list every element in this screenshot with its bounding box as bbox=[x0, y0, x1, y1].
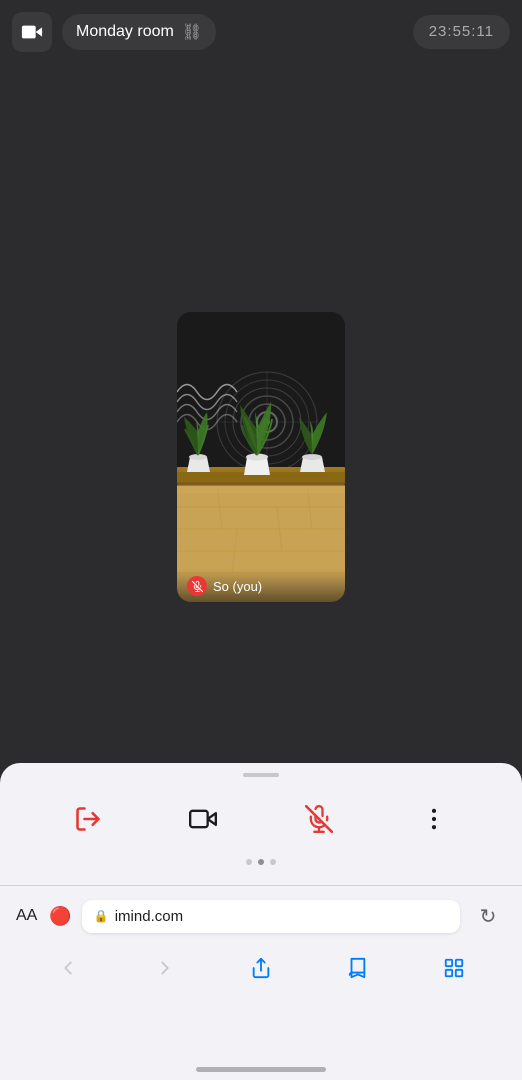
mic-slash-icon bbox=[192, 581, 203, 592]
forward-icon bbox=[154, 957, 176, 979]
tabs-button[interactable] bbox=[432, 946, 476, 990]
home-indicator bbox=[196, 1067, 326, 1072]
share-icon bbox=[250, 957, 272, 979]
mute-button[interactable] bbox=[293, 793, 345, 845]
link-icon: ⛓ bbox=[182, 22, 202, 42]
room-name-text: Monday room bbox=[76, 23, 174, 41]
camera-toggle-icon bbox=[189, 805, 217, 833]
reload-button[interactable]: ↻ bbox=[470, 898, 506, 934]
mute-icon bbox=[305, 805, 333, 833]
timer-text: 23:55:11 bbox=[429, 23, 494, 40]
page-dot-1 bbox=[246, 859, 252, 865]
more-icon bbox=[420, 805, 448, 833]
mic-muted-icon bbox=[187, 576, 207, 596]
user-label: So (you) bbox=[177, 570, 345, 602]
safari-bar: AA 🔴 🔒 imind.com ↻ bbox=[0, 885, 522, 1080]
bottom-sheet bbox=[0, 763, 522, 885]
more-options-button[interactable] bbox=[408, 793, 460, 845]
bookmarks-icon bbox=[346, 957, 368, 979]
toolbar-row bbox=[0, 793, 522, 845]
bookmarks-button[interactable] bbox=[335, 946, 379, 990]
video-record-icon: 🔴 bbox=[49, 906, 71, 927]
camera-button[interactable] bbox=[12, 12, 52, 52]
aa-button[interactable]: AA bbox=[16, 907, 37, 925]
lock-icon: 🔒 bbox=[94, 909, 109, 923]
plant-scene bbox=[177, 312, 345, 602]
url-text: imind.com bbox=[115, 908, 183, 925]
tabs-icon bbox=[443, 957, 465, 979]
main-video-area: So (you) bbox=[0, 64, 522, 880]
reload-icon: ↻ bbox=[480, 904, 497, 929]
forward-button[interactable] bbox=[143, 946, 187, 990]
safari-nav-row bbox=[0, 942, 522, 996]
room-name-pill[interactable]: Monday room ⛓ bbox=[62, 14, 216, 50]
back-icon bbox=[57, 957, 79, 979]
user-name-label: So (you) bbox=[213, 579, 262, 594]
timer-pill: 23:55:11 bbox=[413, 15, 510, 49]
share-button[interactable] bbox=[239, 946, 283, 990]
leave-button[interactable] bbox=[62, 793, 114, 845]
page-dot-3 bbox=[270, 859, 276, 865]
camera-toggle-button[interactable] bbox=[177, 793, 229, 845]
leave-icon bbox=[74, 805, 102, 833]
page-dots bbox=[0, 859, 522, 865]
camera-icon bbox=[21, 21, 43, 43]
header-bar: Monday room ⛓ 23:55:11 bbox=[0, 0, 522, 64]
drag-handle bbox=[243, 773, 279, 777]
page-dot-2 bbox=[258, 859, 264, 865]
back-button[interactable] bbox=[46, 946, 90, 990]
url-bar[interactable]: 🔒 imind.com bbox=[82, 900, 460, 933]
video-tile: So (you) bbox=[177, 312, 345, 602]
url-bar-row: AA 🔴 🔒 imind.com ↻ bbox=[0, 886, 522, 942]
